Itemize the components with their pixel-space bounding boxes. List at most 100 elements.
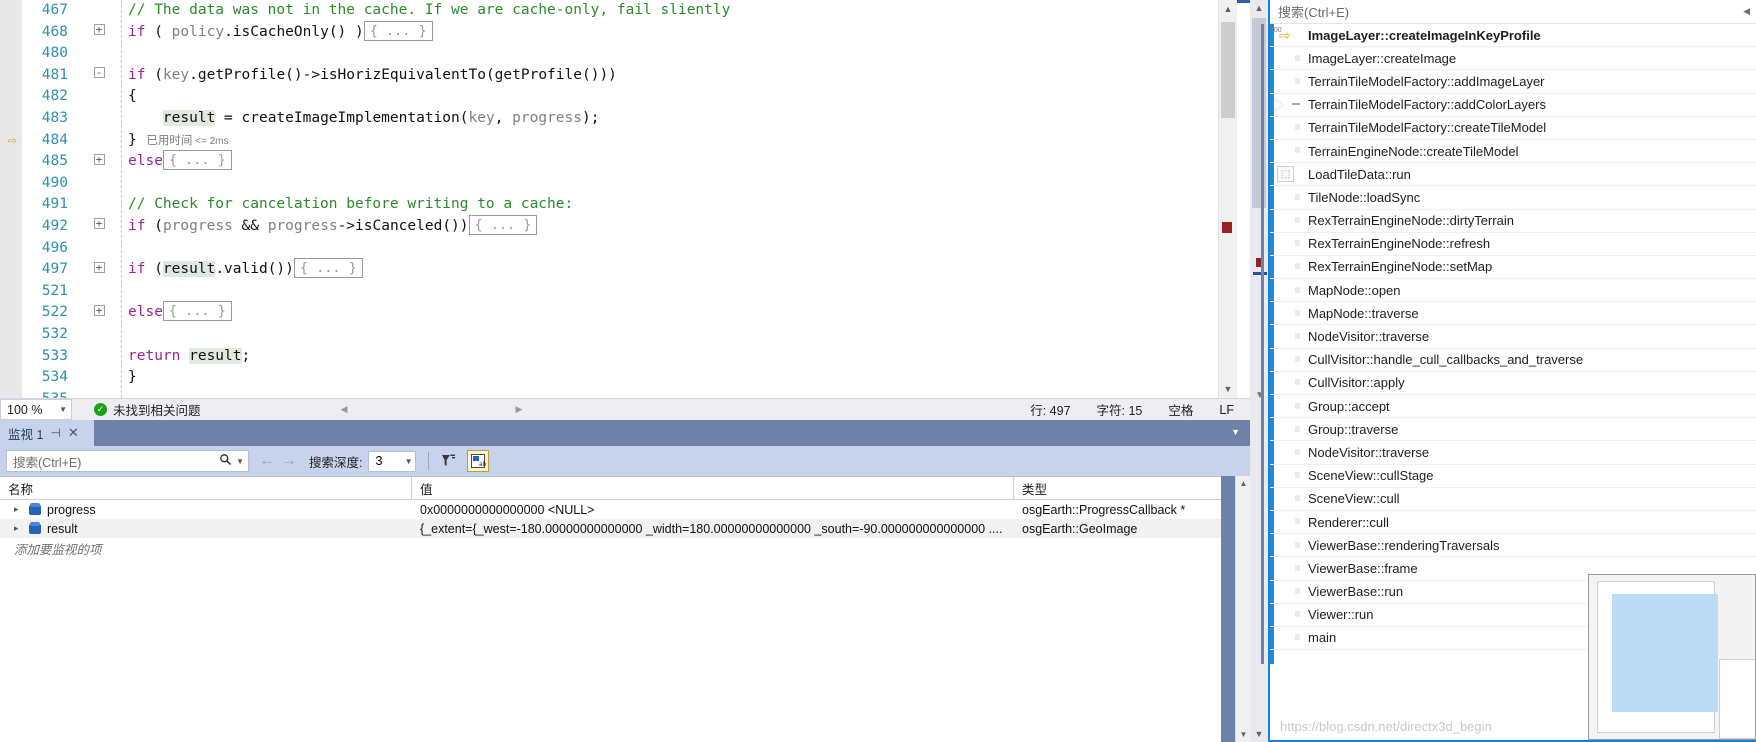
search-prev-button[interactable]: ← [259, 452, 275, 470]
zoom-level-select[interactable]: 100 % ▼ [0, 399, 72, 420]
call-stack-frame-row[interactable]: TileNode::loadSync [1270, 186, 1756, 210]
pin-icon[interactable]: ⊣ [50, 426, 60, 440]
line-ending-indicator[interactable]: LF [1219, 403, 1234, 417]
editor-vertical-scrollbar[interactable]: ▲ ▼ [1218, 0, 1237, 398]
code-line[interactable]: 483 result = createImageImplementation(k… [0, 108, 1218, 130]
watch-pane-menu-chevron-icon[interactable]: ▼ [1231, 427, 1240, 437]
call-stack-frame-row[interactable]: SceneView::cullStage [1270, 465, 1756, 488]
pin-column-button[interactable] [437, 450, 459, 472]
fold-expand-icon[interactable]: + [88, 216, 110, 238]
call-stack-frame-row[interactable]: ViewerBase::renderingTraversals [1270, 534, 1756, 558]
code-token: } [128, 369, 137, 386]
column-header-value[interactable]: 值 [412, 477, 1014, 499]
code-line[interactable]: 490 [0, 173, 1218, 195]
scroll-down-arrow-icon[interactable]: ▼ [1219, 380, 1237, 398]
call-stack-frame-row[interactable]: Group::traverse [1270, 418, 1756, 442]
scroll-down-arrow-icon[interactable]: ▼ [1236, 727, 1251, 742]
column-header-type[interactable]: 类型 [1014, 477, 1221, 499]
call-stack-frame-row[interactable]: TerrainTileModelFactory::createTileModel [1270, 117, 1756, 140]
code-line[interactable]: 492 + if (progress && progress->isCanceled… [0, 214, 1218, 238]
fold-expand-icon[interactable]: + [88, 151, 110, 173]
code-line[interactable]: 482 { [0, 86, 1218, 108]
scrollbar-thumb[interactable] [1221, 22, 1235, 118]
call-stack-frame-gutter [1270, 325, 1304, 348]
code-line[interactable]: 532 [0, 324, 1218, 346]
call-stack-frame-row[interactable]: CullVisitor::handle_cull_callbacks_and_t… [1270, 349, 1756, 372]
collapsed-block-placeholder[interactable]: { ... } [293, 258, 363, 279]
call-stack-frame-row[interactable]: CullVisitor::apply [1270, 372, 1756, 395]
call-stack-frame-row[interactable]: RexTerrainEngineNode::refresh [1270, 233, 1756, 256]
code-lines-container[interactable]: 467 // The data was not in the cache. If … [0, 0, 1218, 407]
scroll-up-arrow-icon[interactable]: ▲ [1236, 476, 1251, 491]
code-line[interactable]: 522 + else{ ... } [0, 301, 1218, 324]
code-line[interactable]: ⇨ 484} 已用时间 <= 2ms [0, 130, 1218, 152]
call-stack-frame-row[interactable]: ImageLayer::createImage [1270, 47, 1756, 71]
call-stack-frame-row[interactable]: NodeVisitor::traverse [1270, 325, 1756, 349]
code-line[interactable]: 491 // Check for cancelation before writi… [0, 194, 1218, 216]
code-line[interactable]: 533 return result; [0, 346, 1218, 368]
code-line[interactable]: 534} [0, 367, 1218, 389]
code-minimap-thumbnail[interactable] [1588, 574, 1756, 740]
search-depth-select[interactable]: 3 ▼ [368, 450, 417, 472]
search-next-button[interactable]: → [281, 452, 297, 470]
close-icon[interactable]: ✕ [68, 425, 79, 441]
call-stack-frame-row[interactable]: MapNode::open [1270, 279, 1756, 303]
call-stack-frame-row[interactable]: RexTerrainEngineNode::dirtyTerrain [1270, 210, 1756, 233]
watch-grid-rows[interactable]: ▸ progress 0x0000000000000000 <NULL> osgEar… [0, 500, 1221, 538]
code-line[interactable]: 467 // The data was not in the cache. If … [0, 0, 1218, 22]
call-stack-frame-row[interactable]: ⬚ LoadTileData::run [1270, 163, 1756, 187]
call-stack-frame-row[interactable]: SceneView::cull [1270, 488, 1756, 511]
call-stack-frame-row[interactable]: 100 ⇨ ImageLayer::createImageInKeyProfile [1270, 24, 1756, 48]
call-stack-frame-row[interactable]: TerrainTileModelFactory::addImageLayer [1270, 70, 1756, 94]
tab-watch-1[interactable]: 监视 1 ⊣ ✕ [0, 420, 94, 446]
expand-chevron-icon[interactable]: ▸ [14, 504, 23, 515]
fold-collapse-icon[interactable]: - [88, 65, 110, 87]
collapsed-block-placeholder[interactable]: { ... } [162, 301, 232, 322]
search-icon[interactable] [219, 453, 232, 469]
code-line[interactable]: 468 + if ( policy.isCacheOnly() ){ ... } [0, 20, 1218, 44]
watch-variables-grid[interactable]: 名称 值 类型 ▸ progress 0x0000000000000000 <NUL… [0, 476, 1221, 742]
line-number: 522 [41, 304, 68, 321]
code-line[interactable]: 496 [0, 238, 1218, 260]
call-stack-frame-row[interactable]: NodeVisitor::traverse [1270, 441, 1756, 465]
code-line[interactable]: 497 + if (result.valid()){ ... } [0, 258, 1218, 281]
scroll-up-arrow-icon[interactable]: ▲ [1219, 0, 1237, 18]
issue-prev-button[interactable]: ◀ [341, 404, 348, 415]
hex-display-button[interactable]: ab [467, 450, 490, 472]
collapsed-block-placeholder[interactable]: { ... } [162, 150, 232, 171]
chevron-right-icon[interactable]: ◀ [1743, 6, 1750, 17]
indentation-indicator[interactable]: 空格 [1168, 400, 1193, 419]
fold-expand-icon[interactable]: + [88, 302, 110, 324]
watch-cell-name[interactable]: ▸ progress [0, 500, 412, 519]
issue-next-button[interactable]: ▶ [515, 404, 522, 415]
column-header-name[interactable]: 名称 [0, 477, 412, 499]
watch-cell-name[interactable]: ▸ result [0, 519, 412, 538]
watch-cell-value[interactable]: {_extent={_west=-180.00000000000000 _wid… [412, 519, 1014, 538]
watch-cell-value[interactable]: 0x0000000000000000 <NULL> [412, 500, 1014, 519]
fold-expand-icon[interactable]: + [88, 22, 110, 44]
code-line[interactable]: 521 [0, 281, 1218, 303]
code-line[interactable]: 481- if (key.getProfile()->isHorizEquival… [0, 65, 1218, 87]
collapsed-block-placeholder[interactable]: { ... } [468, 214, 538, 235]
call-stack-frame-row[interactable]: Renderer::cull [1270, 511, 1756, 535]
search-options-chevron-icon[interactable]: ▼ [236, 457, 244, 466]
fold-expand-icon[interactable]: + [88, 259, 110, 281]
expand-chevron-icon[interactable]: ▸ [14, 523, 23, 534]
call-stack-frame-row[interactable]: RexTerrainEngineNode::setMap [1270, 256, 1756, 280]
call-stack-frame-row[interactable]: TerrainEngineNode::createTileModel [1270, 140, 1756, 164]
call-stack-search-input[interactable]: 搜索(Ctrl+E) ◀ [1270, 0, 1756, 24]
watch-grid-vertical-scrollbar[interactable]: ▲ ▼ [1235, 476, 1251, 742]
table-row[interactable]: ▸ result {_extent={_west=-180.000000000000… [0, 519, 1221, 538]
code-line[interactable]: 485 + else{ ... } [0, 150, 1218, 173]
code-editor[interactable]: 467 // The data was not in the cache. If … [0, 0, 1251, 407]
watch-search-input[interactable]: 搜索(Ctrl+E) ▼ [6, 450, 249, 472]
collapsed-block-placeholder[interactable]: { ... } [363, 20, 433, 41]
call-stack-frame-row[interactable]: TerrainTileModelFactory::addColorLayers [1270, 94, 1756, 117]
call-stack-frame-row[interactable]: Group::accept [1270, 395, 1756, 419]
call-stack-frame-row[interactable]: MapNode::traverse [1270, 302, 1756, 326]
code-line[interactable]: 480 [0, 43, 1218, 65]
watch-add-item-row[interactable]: 添加要监视的项 [0, 538, 1221, 558]
table-row[interactable]: ▸ progress 0x0000000000000000 <NULL> osgEar… [0, 500, 1221, 519]
call-stack-frame-list[interactable]: 100 ⇨ ImageLayer::createImageInKeyProfile I… [1270, 24, 1756, 651]
call-stack-body[interactable]: ▼ 搜索(Ctrl+E) ◀ 100 ⇨ ImageLayer::createIma… [1253, 0, 1756, 742]
